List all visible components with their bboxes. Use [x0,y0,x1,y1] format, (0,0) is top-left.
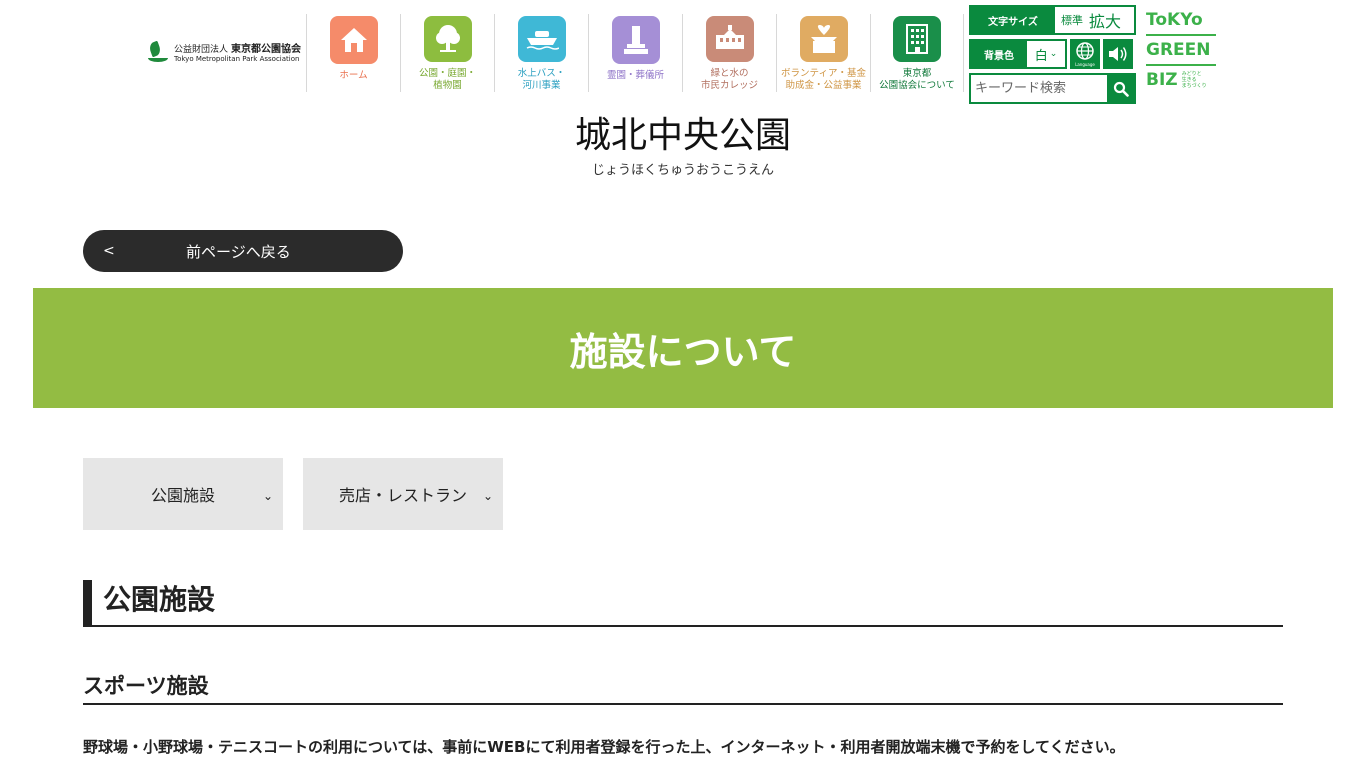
language-button[interactable]: Language [1070,39,1100,69]
chevron-down-icon: ⌄ [262,489,273,503]
tree-icon [423,16,472,62]
banner-title: 施設について [569,329,797,374]
building-icon [893,16,941,62]
globe-icon: Language [1075,42,1095,67]
back-button[interactable]: < 前ページへ戻る [83,230,403,272]
back-button-label: 前ページへ戻る [186,242,291,261]
bg-color-value: 白 [1034,48,1048,64]
tab-shops-restaurants[interactable]: 売店・レストラン ⌄ [303,458,503,530]
tab-label: 公園施設 [150,486,215,505]
nav-label: ボランティア・基金 助成金・公益事業 [781,68,866,91]
section-banner: 施設について [33,288,1333,408]
global-nav: ホーム 公園・庭園・ 植物園 水上バス・ 河川事業 霊園・葬儀所 緑と水の 市民カレッジ… [306,14,964,92]
language-label: Language [1075,62,1095,67]
subsection-heading: スポーツ施設 [83,670,1283,705]
font-size-switcher: 文字サイズ 標準 拡大 [969,5,1136,35]
read-aloud-button[interactable] [1103,39,1133,69]
search-icon [1113,81,1129,97]
anchor-tabs: 公園施設 ⌄ 売店・レストラン ⌄ [83,458,503,530]
nav-item-6[interactable]: 東京都 公園協会について [870,14,964,92]
nav-label: 東京都 公園協会について [879,68,955,91]
utility-tools: 文字サイズ 標準 拡大 背景色 白 ⌄ Language [969,5,1137,104]
font-size-label: 文字サイズ [971,7,1055,33]
nav-label: 公園・庭園・ 植物園 [418,68,476,91]
school-icon [705,16,754,62]
tab-park-facilities[interactable]: 公園施設 ⌄ [83,458,283,530]
nav-label: 水上バス・ 河川事業 [517,68,566,91]
nav-item-4[interactable]: 緑と水の 市民カレッジ [682,14,776,92]
tgb-tagline: みどりと 生きる まちづくり [1181,71,1207,89]
chevron-down-icon: ⌄ [1049,49,1058,59]
site-search [969,73,1136,104]
bg-color-label: 背景色 [971,41,1027,67]
home-icon [329,16,378,64]
chevron-down-icon: ⌄ [482,489,493,503]
nav-item-3[interactable]: 霊園・葬儀所 [588,14,682,92]
nav-label: 霊園・葬儀所 [606,70,664,81]
font-size-large-button[interactable]: 拡大 [1089,8,1121,32]
org-logo[interactable]: 公益財団法人 東京都公園協会 Tokyo Metropolitan Park As… [147,40,302,66]
nav-item-5[interactable]: ボランティア・基金 助成金・公益事業 [776,14,870,92]
bg-color-select[interactable]: 背景色 白 ⌄ [969,39,1067,69]
page-title: 城北中央公園 [574,115,791,156]
org-name-en: Tokyo Metropolitan Park Association [174,54,300,63]
tgb-line2: GREEN [1146,40,1211,60]
speaker-icon [1109,47,1127,61]
boat-icon [517,16,566,62]
nav-label: 緑と水の 市民カレッジ [700,68,758,91]
tab-label: 売店・レストラン [338,486,467,505]
org-name: 東京都公園協会 [231,44,302,56]
nav-label: ホーム [339,70,368,81]
facility-note: 野球場・小野球場・テニスコートの利用については、事前にWEBにて利用者登録を行っ… [83,738,1125,756]
tgb-line3: BIZ [1146,70,1178,90]
grave-icon [611,16,660,64]
font-size-standard-button[interactable]: 標準 [1061,12,1083,28]
tgb-line1: ToKYo [1146,10,1203,30]
donation-box-icon [799,16,848,62]
park-association-logo-icon [147,40,170,66]
search-input[interactable] [971,75,1107,102]
tokyo-green-biz-logo[interactable]: ToKYo GREEN BIZ みどりと 生きる まちづくり [1146,8,1216,102]
nav-item-0[interactable]: ホーム [306,14,400,92]
page-title-kana: じょうほくちゅうおうこうえん [591,163,774,178]
nav-item-2[interactable]: 水上バス・ 河川事業 [494,14,588,92]
section-heading: 公園施設 [83,580,1283,627]
chevron-left-icon: < [103,243,115,259]
search-button[interactable] [1107,75,1134,102]
nav-item-1[interactable]: 公園・庭園・ 植物園 [400,14,494,92]
org-prefix: 公益財団法人 [174,45,229,56]
